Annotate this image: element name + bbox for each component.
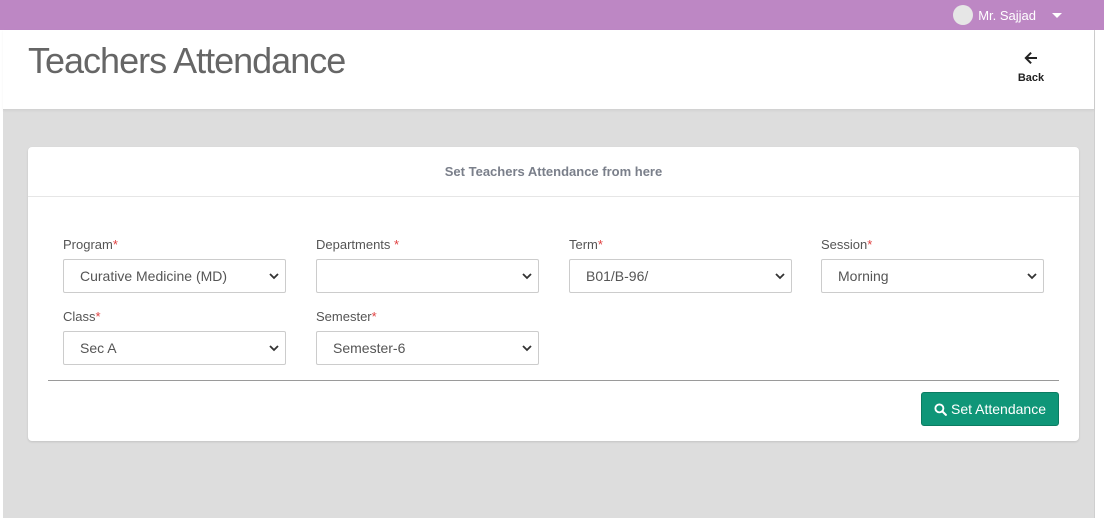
class-field: Class* Sec A	[63, 309, 286, 365]
class-value: Sec A	[80, 340, 117, 356]
scrollbar[interactable]	[1094, 30, 1104, 518]
session-value: Morning	[838, 268, 889, 284]
required-mark: *	[371, 309, 377, 324]
semester-label-text: Semester	[316, 309, 372, 324]
card-heading: Set Teachers Attendance from here	[28, 147, 1079, 197]
term-label: Term*	[569, 237, 792, 253]
required-mark: *	[867, 237, 873, 252]
semester-value: Semester-6	[333, 340, 406, 356]
chevron-down-icon	[775, 273, 785, 280]
search-icon	[934, 402, 947, 416]
term-value: B01/B-96/	[586, 268, 649, 284]
class-select[interactable]: Sec A	[63, 331, 286, 365]
session-label-text: Session	[821, 237, 868, 252]
departments-field: Departments *	[316, 237, 539, 293]
chevron-down-icon	[522, 345, 532, 352]
chevron-down-icon	[1027, 273, 1037, 280]
semester-label: Semester*	[316, 309, 539, 325]
user-name[interactable]: Mr. Sajjad	[978, 8, 1036, 23]
required-mark: *	[95, 309, 101, 324]
top-bar: Mr. Sajjad	[0, 0, 1104, 30]
back-label[interactable]: Back	[1003, 72, 1059, 84]
required-mark: *	[394, 237, 400, 252]
term-label-text: Term	[569, 237, 598, 252]
program-field: Program* Curative Medicine (MD)	[63, 237, 286, 293]
form-divider	[48, 380, 1059, 381]
set-attendance-label: Set Attendance	[951, 401, 1046, 417]
term-field: Term* B01/B-96/	[569, 237, 792, 293]
chevron-down-icon	[269, 273, 279, 280]
required-mark: *	[597, 237, 603, 252]
semester-select[interactable]: Semester-6	[316, 331, 539, 365]
program-select[interactable]: Curative Medicine (MD)	[63, 259, 286, 293]
set-attendance-button[interactable]: Set Attendance	[921, 392, 1059, 426]
semester-field: Semester* Semester-6	[316, 309, 539, 365]
caret-down-icon[interactable]	[1052, 12, 1062, 18]
program-label-text: Program	[63, 237, 113, 252]
session-label: Session*	[821, 237, 1044, 253]
program-label: Program*	[63, 237, 286, 253]
departments-select[interactable]	[316, 259, 539, 293]
chevron-down-icon	[269, 345, 279, 352]
back-button[interactable]: Back	[1003, 50, 1059, 84]
avatar[interactable]	[953, 5, 974, 25]
page-title: Teachers Attendance	[28, 40, 346, 81]
chevron-down-icon	[522, 273, 532, 280]
class-label-text: Class	[63, 309, 96, 324]
program-value: Curative Medicine (MD)	[80, 268, 228, 284]
arrow-left-icon[interactable]	[1003, 50, 1059, 70]
departments-label: Departments *	[316, 237, 539, 253]
departments-label-text: Departments	[316, 237, 395, 252]
session-field: Session* Morning	[821, 237, 1044, 293]
page-header: Teachers Attendance Back	[3, 30, 1094, 110]
attendance-card: Set Teachers Attendance from here Progra…	[28, 147, 1079, 441]
required-mark: *	[112, 237, 118, 252]
user-menu[interactable]: Mr. Sajjad	[953, 5, 1062, 25]
term-select[interactable]: B01/B-96/	[569, 259, 792, 293]
class-label: Class*	[63, 309, 286, 325]
session-select[interactable]: Morning	[821, 259, 1044, 293]
